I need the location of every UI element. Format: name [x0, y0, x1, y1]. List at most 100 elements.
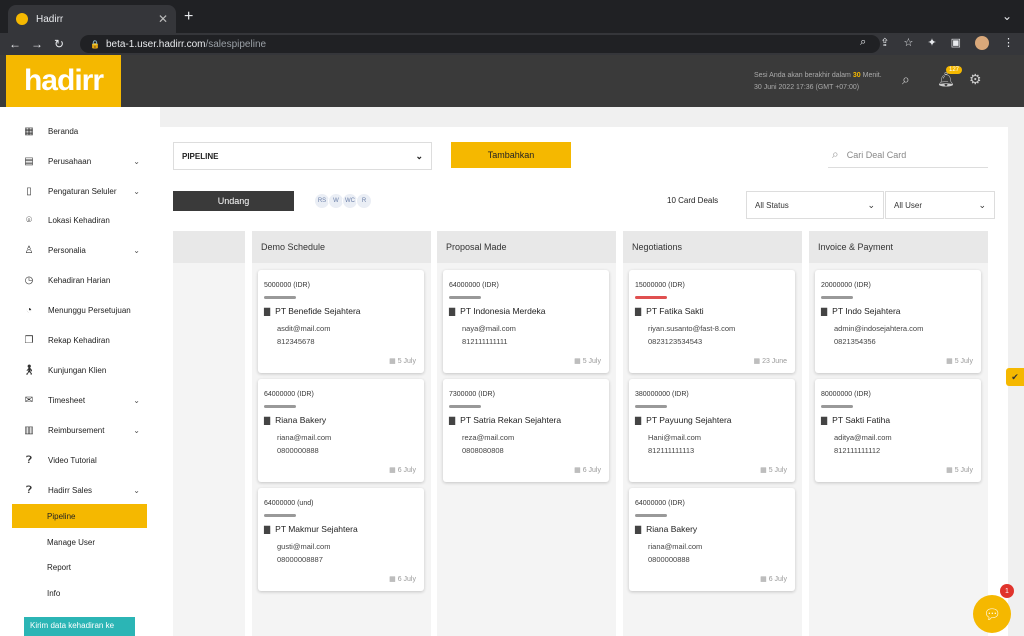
- sidebar-item[interactable]: ⌾ Lokasi Kehadiran: [22, 210, 140, 230]
- search-deal-input[interactable]: ⌕ Cari Deal Card: [828, 142, 988, 168]
- help-icon: ❓︎: [25, 454, 32, 466]
- calendar-icon: ▦: [389, 358, 396, 365]
- deal-phone: 0808080808: [462, 446, 504, 455]
- company-name: Riana Bakery: [646, 524, 698, 534]
- deal-amount: 80000000 (IDR): [821, 391, 871, 398]
- deal-card[interactable]: 20000000 (IDR) ▇ PT Indo Sejahtera admin@in…: [815, 270, 981, 373]
- sidebar-item[interactable]: ▥ Reimbursement ⌄: [22, 420, 140, 440]
- deal-company: ▇ PT Indo Sejahtera: [821, 306, 901, 316]
- calendar-icon: ▦: [946, 467, 953, 474]
- sidebar-item[interactable]: ◔ Menunggu Persetujuan: [22, 300, 140, 320]
- deal-phone: 812111111111: [462, 337, 508, 346]
- kirim-data-button[interactable]: Kirim data kehadiran ke: [24, 617, 135, 636]
- deal-card[interactable]: 15000000 (IDR) ▇ PT Fatika Sakti riyan.susa…: [629, 270, 795, 373]
- company-name: PT Benefide Sejahtera: [275, 306, 361, 316]
- sidebar-item[interactable]: ❓︎ Video Tutorial: [22, 450, 140, 470]
- deal-card[interactable]: 64000000 (IDR) ▇ PT Indonesia Merdeka naya@…: [443, 270, 609, 373]
- deal-card[interactable]: 5000000 (IDR) ▇ PT Benefide Sejahtera asdit…: [258, 270, 424, 373]
- column-title: Invoice & Payment: [809, 231, 988, 263]
- sidebar-subitem[interactable]: Pipeline: [12, 504, 147, 528]
- extensions-icon[interactable]: ✦: [927, 36, 936, 50]
- share-icon[interactable]: ⇪: [880, 36, 889, 50]
- bookmark-star-icon[interactable]: ☆: [904, 36, 914, 50]
- side-widget-icon[interactable]: ✔: [1006, 368, 1024, 386]
- hadirr-logo[interactable]: hadirr: [6, 55, 121, 107]
- deal-status-bar: [635, 296, 667, 299]
- company-name: Riana Bakery: [275, 415, 327, 425]
- browser-tab[interactable]: Hadirr ✕: [8, 5, 176, 33]
- sidebar-item[interactable]: ♙ Personalia ⌄: [22, 240, 140, 260]
- sidebar-item-label: Rekap Kehadiran: [48, 335, 110, 345]
- search-icon[interactable]: ⌕: [902, 71, 910, 88]
- deal-status-bar: [821, 405, 853, 408]
- sidebar-item[interactable]: 🚶︎ Kunjungan Klien: [22, 360, 140, 380]
- address-bar: ← → ↻ 🔒 beta-1.user.hadirr.com /salespip…: [0, 33, 1024, 55]
- search-placeholder: Cari Deal Card: [846, 149, 907, 160]
- zoom-icon[interactable]: ⌕: [860, 36, 866, 50]
- back-icon[interactable]: ←: [4, 37, 26, 51]
- location-icon: ⌾: [26, 214, 32, 226]
- undang-button[interactable]: Undang: [173, 191, 294, 211]
- deal-phone: 812111111113: [648, 446, 695, 455]
- close-tab-icon[interactable]: ✕: [158, 12, 168, 26]
- building-icon: ▇: [635, 524, 642, 534]
- tab-search-icon[interactable]: ⌄: [1002, 9, 1012, 23]
- new-tab-icon[interactable]: +: [184, 8, 193, 26]
- url-field[interactable]: 🔒 beta-1.user.hadirr.com /salespipeline: [80, 35, 880, 53]
- sidebar-item[interactable]: ▦ Beranda: [22, 121, 140, 141]
- app-header: hadirr Sesi Anda akan berakhir dalam 30 …: [0, 55, 1024, 107]
- sidebar-item[interactable]: ❐ Rekap Kehadiran: [22, 330, 140, 350]
- tambahkan-button[interactable]: Tambahkan: [451, 142, 571, 168]
- sidebar-subitem[interactable]: Manage User: [12, 530, 147, 554]
- deal-card[interactable]: 7300000 (IDR) ▇ PT Satria Rekan Sejahtera r…: [443, 379, 609, 482]
- deal-card[interactable]: 64000000 (und) ▇ PT Makmur Sejahtera gusti@…: [258, 488, 424, 591]
- sidebar-item[interactable]: ✉ Timesheet ⌄: [22, 390, 140, 410]
- sidebar-item[interactable]: ❓︎ Hadirr Sales ⌄: [22, 480, 140, 500]
- deal-email: reza@mail.com: [462, 433, 515, 442]
- browser-menu-icon[interactable]: ⋮: [1003, 36, 1014, 50]
- avatar[interactable]: R: [356, 193, 372, 209]
- column-title: Demo Schedule: [252, 231, 431, 263]
- building-icon: ▇: [449, 306, 456, 316]
- deal-card[interactable]: 64000000 (IDR) ▇ Riana Bakery riana@mail.co…: [629, 488, 795, 591]
- deal-card[interactable]: 380000000 (IDR) ▇ PT Payuung Sejahtera Hani…: [629, 379, 795, 482]
- sidebar-item[interactable]: ▯ Pengaturan Seluler ⌄: [22, 181, 140, 201]
- user-filter-value: All User: [894, 200, 923, 210]
- sidebar-subitem[interactable]: Report: [12, 555, 147, 579]
- deal-status-bar: [264, 405, 296, 408]
- deal-amount: 380000000 (IDR): [635, 391, 689, 398]
- chat-button[interactable]: 💬︎: [973, 595, 1011, 633]
- deal-amount: 64000000 (IDR): [635, 500, 685, 507]
- url-path: /salespipeline: [205, 38, 267, 50]
- status-filter[interactable]: All Status ⌄: [746, 191, 884, 219]
- sidebar-item-label: Kehadiran Harian: [48, 275, 111, 285]
- user-filter[interactable]: All User ⌄: [885, 191, 995, 219]
- profile-avatar[interactable]: [975, 36, 989, 50]
- sidebar-item[interactable]: ▤ Perusahaan ⌄: [22, 151, 140, 171]
- deal-date: ▦ 6 July: [389, 466, 416, 474]
- reload-icon[interactable]: ↻: [48, 37, 70, 51]
- clock-icon: ◷: [24, 274, 34, 286]
- deal-card[interactable]: 64000000 (IDR) ▇ Riana Bakery riana@mail.co…: [258, 379, 424, 482]
- deal-status-bar: [635, 405, 667, 408]
- company-name: PT Fatika Sakti: [646, 306, 704, 316]
- building-icon: ▇: [449, 415, 456, 425]
- pipeline-select[interactable]: PIPELINE ⌄: [173, 142, 432, 170]
- forward-icon[interactable]: →: [26, 37, 48, 51]
- deal-date: ▦ 6 July: [574, 466, 601, 474]
- chevron-down-icon: ⌄: [415, 150, 423, 161]
- phone-icon: ▯: [26, 185, 32, 197]
- calendar-icon: ▦: [760, 576, 767, 583]
- sidebar-item-label: Video Tutorial: [48, 455, 97, 465]
- deal-card[interactable]: 80000000 (IDR) ▇ PT Sakti Fatiha aditya@mai…: [815, 379, 981, 482]
- deal-date-text: 5 July: [954, 467, 973, 474]
- sidebar-subitem[interactable]: Info: [12, 581, 147, 605]
- sidebar-item[interactable]: ◷ Kehadiran Harian: [22, 270, 140, 290]
- browser-tabbar: Hadirr ✕ + ⌄: [0, 0, 1024, 33]
- sidebar-item-label: Kunjungan Klien: [48, 365, 107, 375]
- pending-icon: ◔: [25, 304, 33, 316]
- gear-icon[interactable]: ⚙: [969, 71, 982, 88]
- deal-company: ▇ PT Satria Rekan Sejahtera: [449, 415, 561, 425]
- sidebar-item-label: Timesheet: [48, 395, 86, 405]
- sidepanel-icon[interactable]: ▣: [951, 36, 961, 50]
